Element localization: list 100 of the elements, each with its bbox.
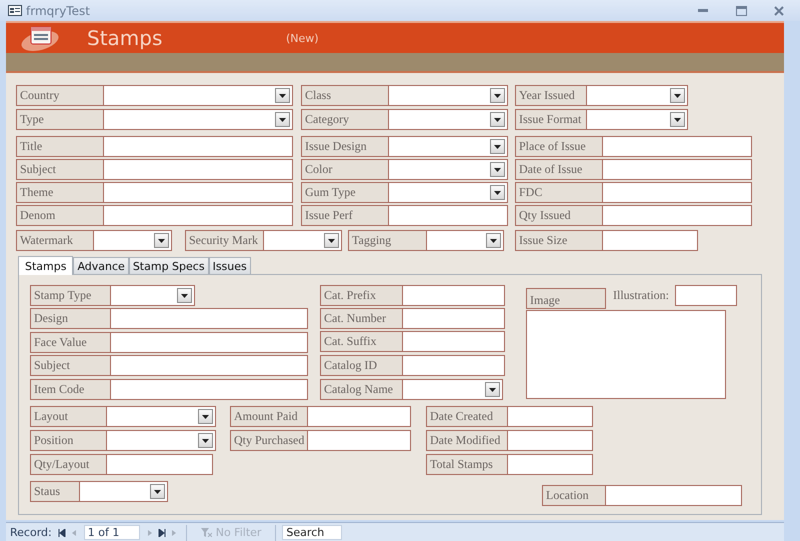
dropdown-button[interactable] — [490, 139, 505, 154]
input-field[interactable] — [603, 230, 698, 251]
field-label: Position — [30, 430, 107, 451]
field-label: Staus — [30, 481, 80, 502]
input-field[interactable] — [603, 182, 752, 203]
input-field[interactable] — [308, 430, 411, 451]
combo-box[interactable] — [389, 159, 508, 180]
field-label: Tagging — [348, 230, 427, 251]
close-icon — [774, 6, 784, 16]
tab[interactable]: Issues — [208, 257, 251, 274]
record-position[interactable]: 1 of 1 — [84, 525, 140, 540]
input-field[interactable] — [675, 285, 737, 306]
input-field[interactable] — [603, 159, 752, 180]
input-field[interactable] — [508, 406, 593, 427]
caret-icon — [494, 94, 501, 98]
input-field[interactable] — [104, 159, 293, 180]
dropdown-button[interactable] — [275, 112, 290, 127]
field-label: Cat. Prefix — [320, 285, 403, 306]
first-record-button[interactable] — [56, 528, 68, 536]
input-field[interactable] — [508, 430, 593, 451]
caret-icon — [279, 118, 286, 122]
record-label: Record: — [10, 526, 52, 539]
input-field[interactable] — [389, 205, 508, 226]
field-label: Security Mark — [185, 230, 264, 251]
input-field[interactable] — [104, 205, 293, 226]
combo-box[interactable] — [104, 109, 293, 130]
caret-icon — [154, 490, 161, 494]
field-label: Amount Paid — [230, 406, 308, 427]
caret-icon — [279, 94, 286, 98]
dropdown-button[interactable] — [670, 88, 685, 103]
combo-box[interactable] — [389, 136, 508, 157]
combo-box[interactable] — [104, 85, 293, 106]
field-label: Issue Perf — [301, 205, 389, 226]
funnel-icon — [200, 528, 212, 537]
dropdown-button[interactable] — [198, 409, 213, 424]
field-label: Gum Type — [301, 182, 389, 203]
combo-box[interactable] — [389, 182, 508, 203]
input-field[interactable] — [403, 331, 505, 352]
record-state: (New) — [286, 32, 319, 44]
dropdown-button[interactable] — [486, 233, 501, 248]
field-label: Qty Issued — [515, 205, 603, 226]
input-field[interactable] — [111, 379, 308, 400]
input-field[interactable] — [606, 485, 742, 506]
combo-box[interactable] — [94, 230, 172, 251]
tab[interactable]: Stamp Specs — [128, 257, 209, 274]
combo-box[interactable] — [403, 379, 503, 400]
dropdown-button[interactable] — [177, 288, 192, 303]
dropdown-button[interactable] — [490, 162, 505, 177]
field-label: Year Issued — [515, 85, 587, 106]
input-field[interactable] — [104, 136, 293, 157]
caret-icon — [489, 388, 496, 392]
field-label: Subject — [16, 159, 104, 180]
input-field[interactable] — [308, 406, 411, 427]
combo-box[interactable] — [389, 109, 508, 130]
input-field[interactable] — [111, 355, 308, 376]
dropdown-button[interactable] — [324, 233, 339, 248]
field-label: Category — [301, 109, 389, 130]
combo-box[interactable] — [587, 109, 688, 130]
combo-box[interactable] — [389, 85, 508, 106]
caret-icon — [328, 238, 335, 242]
dropdown-button[interactable] — [490, 185, 505, 200]
search-field[interactable]: Search — [282, 525, 342, 540]
input-field[interactable] — [104, 182, 293, 203]
field-label: Type — [16, 109, 104, 130]
dropdown-button[interactable] — [490, 112, 505, 127]
field-label: Date of Issue — [515, 159, 603, 180]
dropdown-button[interactable] — [198, 433, 213, 448]
input-field[interactable] — [111, 332, 308, 353]
dropdown-button[interactable] — [490, 88, 505, 103]
input-field[interactable] — [603, 205, 752, 226]
combo-box[interactable] — [107, 406, 216, 427]
input-field[interactable] — [603, 136, 752, 157]
dropdown-button[interactable] — [275, 88, 290, 103]
minimize-icon — [698, 9, 708, 12]
field-label: Issue Format — [515, 109, 587, 130]
last-record-button[interactable] — [156, 528, 168, 536]
field-label: Cat. Number — [320, 308, 403, 329]
combo-box[interactable] — [264, 230, 342, 251]
field-label: Class — [301, 85, 389, 106]
tab[interactable]: Advance — [73, 257, 129, 274]
dropdown-button[interactable] — [150, 484, 165, 499]
dropdown-button[interactable] — [154, 233, 169, 248]
form-title: Stamps — [87, 26, 164, 50]
input-field[interactable] — [107, 454, 213, 475]
combo-box[interactable] — [80, 481, 168, 502]
tab[interactable]: Stamps — [18, 256, 74, 275]
field-label: Theme — [16, 182, 104, 203]
input-field[interactable] — [403, 355, 505, 376]
input-field[interactable] — [403, 285, 505, 306]
field-label: Stamp Type — [30, 285, 111, 306]
input-field[interactable] — [111, 308, 308, 329]
field-label: Design — [30, 308, 111, 329]
dropdown-button[interactable] — [485, 382, 500, 397]
combo-box[interactable] — [587, 85, 688, 106]
input-field[interactable] — [403, 308, 505, 329]
combo-box[interactable] — [111, 285, 195, 306]
combo-box[interactable] — [427, 230, 504, 251]
combo-box[interactable] — [107, 430, 216, 451]
input-field[interactable] — [508, 454, 593, 475]
dropdown-button[interactable] — [670, 112, 685, 127]
